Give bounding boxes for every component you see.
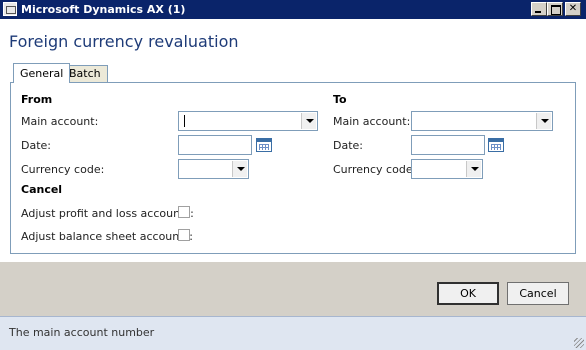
- minimize-button[interactable]: [531, 2, 547, 16]
- chevron-down-icon[interactable]: [466, 161, 481, 177]
- chevron-down-icon[interactable]: [232, 161, 247, 177]
- general-tab-panel: From Main account: Date: Currency code: …: [10, 82, 576, 254]
- to-date-input[interactable]: [411, 135, 485, 155]
- close-button[interactable]: ✕: [565, 2, 581, 16]
- to-heading: To: [333, 93, 347, 106]
- adjust-pl-label: Adjust profit and loss accounts:: [21, 207, 194, 220]
- to-currency-code-combo[interactable]: [411, 159, 483, 179]
- form-header: Foreign currency revaluation: [0, 19, 586, 63]
- status-bar: The main account number: [0, 316, 586, 350]
- adjust-pl-checkbox[interactable]: [178, 206, 190, 218]
- calendar-icon[interactable]: [488, 138, 504, 152]
- cancel-button[interactable]: Cancel: [507, 282, 569, 305]
- tab-general[interactable]: General: [13, 63, 71, 83]
- to-main-account-label: Main account:: [333, 115, 411, 128]
- from-main-account-combo[interactable]: [178, 111, 318, 131]
- to-main-account-combo[interactable]: [411, 111, 553, 131]
- from-main-account-label: Main account:: [21, 115, 99, 128]
- chevron-down-icon[interactable]: [536, 113, 551, 129]
- status-message: The main account number: [9, 326, 155, 339]
- to-currency-code-label: Currency code:: [333, 163, 417, 176]
- chevron-down-icon[interactable]: [301, 113, 316, 129]
- from-currency-code-combo[interactable]: [178, 159, 249, 179]
- title-bar: Microsoft Dynamics AX (1) ✕: [0, 0, 586, 19]
- adjust-bs-checkbox[interactable]: [178, 229, 190, 241]
- adjust-bs-label: Adjust balance sheet accounts:: [21, 230, 193, 243]
- from-heading: From: [21, 93, 53, 106]
- cancel-heading: Cancel: [21, 183, 63, 196]
- app-icon[interactable]: [3, 2, 17, 16]
- maximize-button[interactable]: [547, 2, 563, 16]
- resize-grip-icon[interactable]: [574, 338, 584, 348]
- window-title: Microsoft Dynamics AX (1): [21, 3, 186, 16]
- page-title: Foreign currency revaluation: [9, 32, 239, 51]
- from-date-input[interactable]: [178, 135, 252, 155]
- from-date-label: Date:: [21, 139, 51, 152]
- ok-button[interactable]: OK: [437, 282, 499, 305]
- to-date-label: Date:: [333, 139, 363, 152]
- from-currency-code-label: Currency code:: [21, 163, 105, 176]
- calendar-icon[interactable]: [256, 138, 272, 152]
- text-caret: [184, 115, 185, 127]
